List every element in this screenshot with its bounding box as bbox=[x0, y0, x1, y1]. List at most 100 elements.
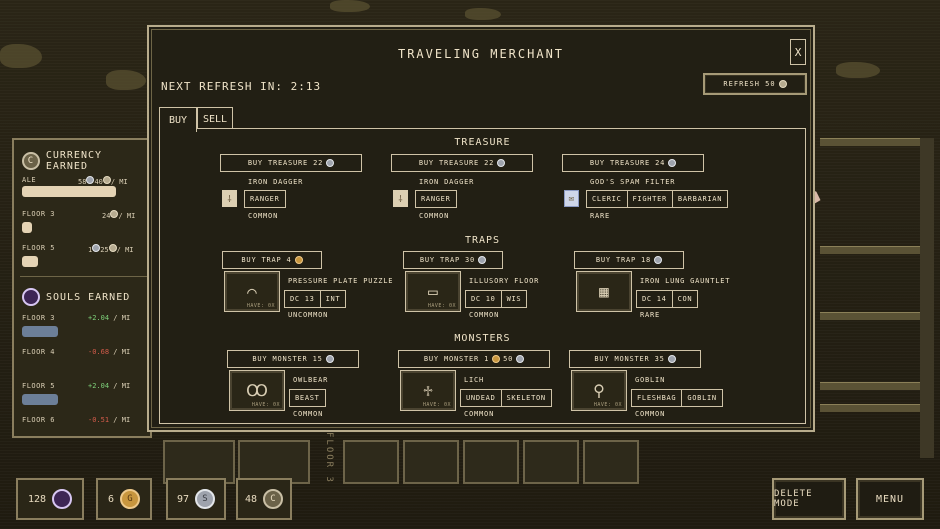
item-rarity: COMMON bbox=[293, 410, 324, 418]
silver-coin-icon bbox=[497, 159, 506, 167]
close-icon: x bbox=[794, 45, 802, 59]
souls-rate: / MI bbox=[113, 382, 131, 390]
souls-value: -0.51 bbox=[88, 416, 110, 424]
dungeon-shelf bbox=[820, 312, 925, 320]
item-name: IRON DAGGER bbox=[248, 178, 304, 186]
copper-coin-icon: C bbox=[22, 152, 40, 170]
buy-monster-button[interactable]: BUY MONSTER 35 bbox=[569, 350, 701, 368]
item-tag: FIGHTER bbox=[628, 191, 673, 207]
item-tags: CLERIC FIGHTER BARBARIAN bbox=[586, 190, 729, 208]
dungeon-shelf bbox=[820, 138, 925, 146]
currency-rate: / MI bbox=[116, 246, 134, 254]
dungeon-shelf bbox=[820, 382, 925, 390]
currency-row-label: ALE bbox=[22, 176, 37, 184]
background-creature bbox=[106, 70, 146, 90]
souls-value: +2.04 bbox=[88, 382, 110, 390]
refresh-timer: NEXT REFRESH IN: 2:13 bbox=[161, 80, 322, 93]
floor-room-thumbnail[interactable] bbox=[463, 440, 519, 484]
buy-trap-button[interactable]: BUY TRAP 4 bbox=[222, 251, 322, 269]
buy-label: BUY TREASURE 22 bbox=[418, 159, 495, 167]
buy-monster-button[interactable]: BUY MONSTER 1 50 bbox=[398, 350, 550, 368]
item-tag: UNDEAD bbox=[461, 390, 502, 406]
refresh-button[interactable]: REFRESH 50 bbox=[703, 73, 807, 95]
currency-row-value: 24 / MI bbox=[102, 210, 135, 220]
item-rarity: COMMON bbox=[635, 410, 666, 418]
item-tag: CLERIC bbox=[587, 191, 628, 207]
monster-art: ⚲ bbox=[593, 381, 605, 400]
souls-row-label: FLOOR 5 bbox=[22, 382, 56, 390]
owned-count: HAVE: 0X bbox=[422, 402, 451, 408]
souls-row-value: +2.04 / MI bbox=[88, 382, 130, 390]
souls-rate: / MI bbox=[113, 348, 131, 356]
currency-rate: / MI bbox=[118, 212, 136, 220]
delete-mode-button[interactable]: DELETE MODE bbox=[772, 478, 846, 520]
buy-trap-button[interactable]: BUY TRAP 30 bbox=[403, 251, 503, 269]
item-tag: INT bbox=[325, 295, 341, 303]
buy-label: BUY MONSTER 35 bbox=[594, 355, 665, 363]
monster-art: ꝏ bbox=[246, 381, 268, 400]
silver-coin-icon bbox=[667, 355, 676, 363]
currency-row-value: 1 25/ MI bbox=[88, 244, 134, 254]
close-button[interactable]: x bbox=[790, 39, 806, 65]
currency-earned-title: CURRENCY EARNED bbox=[45, 150, 103, 172]
divider bbox=[20, 276, 150, 277]
trap-art: ⌒ bbox=[247, 282, 257, 301]
souls-row-label: FLOOR 3 bbox=[22, 314, 56, 322]
owlbear-icon: ꝏ HAVE: 0X bbox=[229, 370, 285, 411]
buy-monster-button[interactable]: BUY MONSTER 15 bbox=[227, 350, 359, 368]
buy-label-2: 50 bbox=[503, 355, 514, 363]
section-title-traps: TRAPS bbox=[464, 235, 501, 246]
silver-coin-icon bbox=[654, 256, 663, 264]
owned-count: HAVE: 0X bbox=[246, 303, 275, 309]
earnings-panel: C CURRENCY EARNED ALE 58 40 / MI FLOOR 3 2… bbox=[12, 138, 152, 438]
silver-coin-icon: S bbox=[195, 489, 216, 509]
refresh-button-label: REFRESH 50 bbox=[723, 80, 776, 88]
menu-button[interactable]: MENU bbox=[856, 478, 924, 520]
tab-buy[interactable]: BUY bbox=[159, 107, 197, 132]
copper-coin-icon bbox=[102, 176, 111, 184]
buy-trap-button[interactable]: BUY TRAP 18 bbox=[574, 251, 684, 269]
gold-coin-icon: G bbox=[120, 489, 141, 509]
silver-coin-icon bbox=[325, 355, 334, 363]
gold-coin-icon bbox=[294, 256, 303, 264]
item-tag: FLESHBAG bbox=[632, 390, 683, 406]
item-tag: DC 14 bbox=[637, 291, 673, 307]
background-creature bbox=[465, 8, 501, 20]
background-creature bbox=[0, 44, 42, 68]
floor-room-thumbnail[interactable] bbox=[343, 440, 399, 484]
floor-room-thumbnail[interactable] bbox=[523, 440, 579, 484]
soul-icon bbox=[22, 288, 40, 306]
currency-value-2: 40 bbox=[94, 178, 103, 186]
currency-value-2: 25 bbox=[100, 246, 109, 254]
dungeon-wall bbox=[920, 138, 934, 458]
currency-bar bbox=[22, 256, 38, 267]
item-tag: GOBLIN bbox=[687, 394, 717, 402]
owned-count: HAVE: 0X bbox=[427, 303, 456, 309]
floor-room-thumbnail[interactable] bbox=[583, 440, 639, 484]
section-title-monsters: MONSTERS bbox=[454, 333, 511, 344]
item-tags: BEAST bbox=[289, 389, 326, 407]
item-tag: BARBARIAN bbox=[677, 195, 723, 203]
silver-coin-icon bbox=[516, 355, 525, 363]
buy-label: BUY MONSTER 1 bbox=[423, 355, 490, 363]
item-tags: UNDEAD SKELETON bbox=[460, 389, 552, 407]
souls-row-label: FLOOR 6 bbox=[22, 416, 56, 424]
buy-treasure-button[interactable]: BUY TREASURE 24 bbox=[562, 154, 704, 172]
shop-content: TREASURE BUY TREASURE 22 ⸸ IRON DAGGER R… bbox=[159, 128, 806, 424]
trap-art: ▭ bbox=[428, 282, 438, 301]
dungeon-shelf bbox=[820, 404, 925, 412]
modal-title: TRAVELING MERCHANT bbox=[397, 47, 565, 61]
buy-label: BUY TRAP 30 bbox=[419, 256, 476, 264]
copper-count: 48 bbox=[244, 493, 258, 505]
buy-treasure-button[interactable]: BUY TREASURE 22 bbox=[220, 154, 362, 172]
item-tag: DC 13 bbox=[285, 291, 321, 307]
dagger-icon: ⸸ bbox=[393, 190, 408, 207]
floor-room-thumbnail[interactable] bbox=[403, 440, 459, 484]
copper-coin-icon bbox=[108, 244, 117, 252]
souls-bar bbox=[22, 326, 58, 337]
souls-bar bbox=[22, 394, 58, 405]
currency-value: 24 bbox=[102, 212, 111, 220]
buy-treasure-button[interactable]: BUY TREASURE 22 bbox=[391, 154, 533, 172]
item-tag: DC 10 bbox=[466, 291, 502, 307]
currency-bar bbox=[22, 186, 116, 197]
